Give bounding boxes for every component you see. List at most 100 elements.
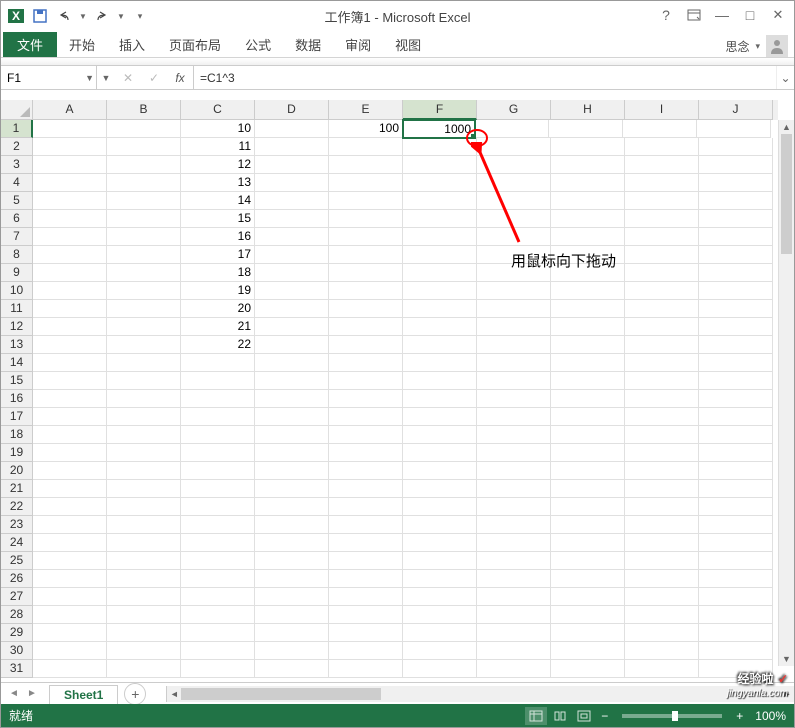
cell[interactable] (477, 480, 551, 498)
cell[interactable] (403, 426, 477, 444)
cell[interactable] (255, 624, 329, 642)
cell[interactable] (699, 498, 773, 516)
cell[interactable] (329, 318, 403, 336)
formula-input[interactable]: =C1^3 (194, 66, 776, 89)
cell[interactable]: 13 (181, 174, 255, 192)
cell[interactable] (33, 372, 107, 390)
cell[interactable] (403, 606, 477, 624)
row-header[interactable]: 14 (1, 354, 33, 372)
cancel-formula-icon[interactable]: ✕ (115, 66, 141, 89)
file-tab[interactable]: 文件 (3, 32, 57, 57)
cell[interactable] (551, 174, 625, 192)
qat-dropdown-icon[interactable]: ▼ (77, 5, 89, 27)
cell[interactable] (33, 660, 107, 678)
cell[interactable] (477, 426, 551, 444)
cell[interactable] (107, 156, 181, 174)
cell[interactable] (181, 570, 255, 588)
cell[interactable] (625, 426, 699, 444)
cell[interactable] (255, 372, 329, 390)
cell[interactable] (255, 642, 329, 660)
name-box-dropdown-icon[interactable]: ▼ (85, 73, 94, 83)
cell[interactable] (551, 660, 625, 678)
cell[interactable] (329, 408, 403, 426)
cell[interactable] (551, 516, 625, 534)
cell[interactable] (625, 192, 699, 210)
cell[interactable] (699, 642, 773, 660)
cell[interactable] (329, 588, 403, 606)
cell[interactable] (699, 588, 773, 606)
row-header[interactable]: 13 (1, 336, 33, 354)
row-header[interactable]: 11 (1, 300, 33, 318)
cell[interactable] (551, 588, 625, 606)
cell[interactable]: 10 (181, 120, 255, 138)
cell[interactable] (329, 426, 403, 444)
cell[interactable] (107, 120, 181, 138)
cell[interactable] (33, 588, 107, 606)
cell[interactable] (181, 624, 255, 642)
cell[interactable] (255, 516, 329, 534)
cell[interactable] (329, 516, 403, 534)
cell[interactable] (33, 228, 107, 246)
row-header[interactable]: 28 (1, 606, 33, 624)
cell[interactable]: 15 (181, 210, 255, 228)
row-header[interactable]: 22 (1, 498, 33, 516)
cell[interactable] (255, 210, 329, 228)
cell[interactable] (477, 336, 551, 354)
ribbon-collapsed-bar[interactable] (1, 58, 794, 66)
cell[interactable] (255, 480, 329, 498)
cell[interactable] (403, 480, 477, 498)
cell[interactable] (329, 624, 403, 642)
cell[interactable] (625, 282, 699, 300)
cell[interactable] (625, 516, 699, 534)
qat-customize-icon[interactable]: ▾ (129, 5, 151, 27)
row-header[interactable]: 3 (1, 156, 33, 174)
cell[interactable] (551, 444, 625, 462)
cell[interactable] (477, 300, 551, 318)
cell[interactable] (107, 210, 181, 228)
cell[interactable] (625, 372, 699, 390)
cell[interactable] (181, 462, 255, 480)
cell[interactable] (33, 444, 107, 462)
cell[interactable] (33, 516, 107, 534)
cell[interactable] (477, 462, 551, 480)
cell[interactable] (699, 192, 773, 210)
tab-pagelayout[interactable]: 页面布局 (157, 32, 233, 57)
page-break-view-icon[interactable] (573, 707, 595, 725)
column-header[interactable]: D (255, 100, 329, 120)
name-box[interactable]: F1 ▼ (1, 66, 97, 89)
cell[interactable] (625, 318, 699, 336)
row-header[interactable]: 12 (1, 318, 33, 336)
cell[interactable] (699, 534, 773, 552)
cell[interactable] (107, 264, 181, 282)
row-header[interactable]: 24 (1, 534, 33, 552)
cell[interactable] (403, 570, 477, 588)
cell[interactable] (107, 444, 181, 462)
row-header[interactable]: 6 (1, 210, 33, 228)
redo-icon[interactable] (91, 5, 113, 27)
avatar[interactable] (766, 35, 788, 57)
cell[interactable] (107, 372, 181, 390)
cell[interactable] (403, 372, 477, 390)
cell[interactable] (181, 516, 255, 534)
row-header[interactable]: 18 (1, 426, 33, 444)
row-header[interactable]: 4 (1, 174, 33, 192)
cell[interactable] (107, 228, 181, 246)
cell[interactable] (403, 156, 477, 174)
cell[interactable] (33, 534, 107, 552)
cell[interactable] (699, 516, 773, 534)
cell[interactable] (551, 552, 625, 570)
cell[interactable] (33, 480, 107, 498)
cell[interactable] (403, 516, 477, 534)
cell[interactable] (477, 408, 551, 426)
cell[interactable] (33, 426, 107, 444)
cell[interactable] (403, 282, 477, 300)
cell[interactable] (699, 426, 773, 444)
user-dropdown-icon[interactable]: ▾ (755, 41, 760, 52)
cell[interactable] (255, 498, 329, 516)
cell[interactable] (551, 318, 625, 336)
cell[interactable] (625, 462, 699, 480)
fx-icon[interactable]: fx (167, 66, 193, 89)
cell[interactable] (181, 354, 255, 372)
cell[interactable] (625, 660, 699, 678)
zoom-level[interactable]: 100% (755, 709, 786, 723)
